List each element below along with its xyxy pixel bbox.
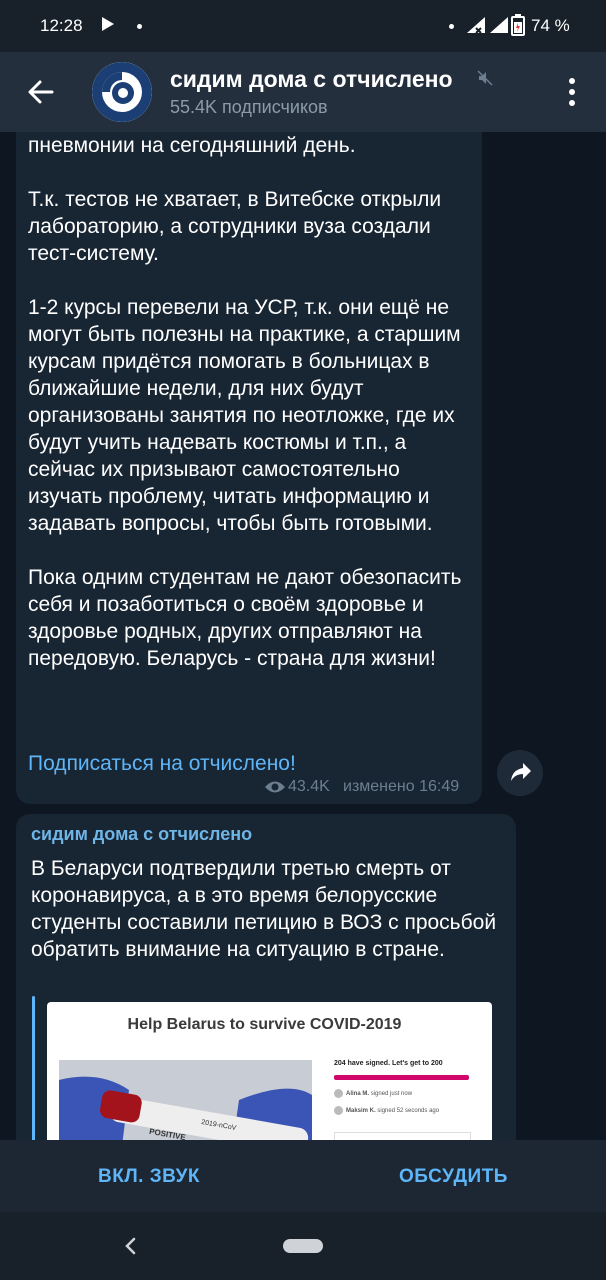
battery-percentage: 74 % [531,16,570,35]
message-text: пневмонии на сегодняшний день. Т.к. тест… [28,134,462,670]
message-author[interactable]: сидим дома с отчислено [31,824,252,845]
battery-icon [511,14,525,36]
signer-time: signed 52 seconds ago [377,1108,440,1115]
chat-header: сидим дома с отчислено 55.4K подписчиков [0,52,606,132]
message-bubble[interactable]: пневмонии на сегодняшний день. Т.к. тест… [16,132,482,804]
notification-dot-icon [449,24,454,29]
notification-dot-icon [137,24,142,29]
avatar [334,1106,343,1115]
more-vertical-icon [569,78,575,106]
signer-time: signed just now [370,1091,413,1098]
preview-title: Help Belarus to survive COVID-2019 [127,1016,402,1033]
view-count: 43.4K [288,778,330,795]
subscribe-link[interactable]: Подписаться на отчислено! [28,752,296,776]
signer-name: Alina M. [346,1091,370,1098]
channel-title: сидим дома с отчислено [170,66,453,92]
share-button[interactable] [497,750,543,796]
status-bar: 12:28 74 % [0,0,606,52]
signal-icon [490,17,508,33]
subscriber-count: 55.4K подписчиков [170,97,328,117]
more-options-button[interactable] [560,74,584,110]
signature-progress [334,1075,469,1080]
status-time: 12:28 [40,16,83,35]
signer-row: Maksim K. signed 52 seconds ago [334,1106,439,1115]
edited-timestamp: изменено 16:49 [343,778,460,795]
signal-icon [467,17,485,34]
arrow-left-icon [28,80,54,104]
signature-count: 204 have signed. Let's get to 200 [334,1060,443,1067]
eye-icon [265,781,285,793]
back-button[interactable] [22,72,62,112]
link-preview-accent [32,996,35,1154]
nav-back-icon[interactable] [121,1236,141,1256]
message-bubble[interactable]: сидим дома с отчислено В Беларуси подтве… [16,814,516,1154]
unmute-button[interactable]: ВКЛ. ЗВУК [98,1166,200,1188]
channel-logo-icon [92,62,152,122]
discuss-button[interactable]: ОБСУДИТЬ [399,1166,508,1188]
channel-avatar[interactable] [92,62,152,122]
signer-row: Alina M. signed just now [334,1089,412,1098]
avatar [334,1089,343,1098]
signer-name: Maksim K. [346,1108,376,1115]
message-text: В Беларуси подтвердили третью смерть от … [31,857,497,961]
play-icon [102,17,114,31]
bottom-action-bar: ВКЛ. ЗВУК ОБСУДИТЬ [0,1140,606,1212]
nav-home-pill[interactable] [283,1239,323,1253]
share-icon [511,763,531,781]
mute-icon [477,70,493,86]
link-preview[interactable]: Help Belarus to survive COVID-2019 2019-… [47,1002,492,1154]
system-navigation-bar [0,1212,606,1280]
